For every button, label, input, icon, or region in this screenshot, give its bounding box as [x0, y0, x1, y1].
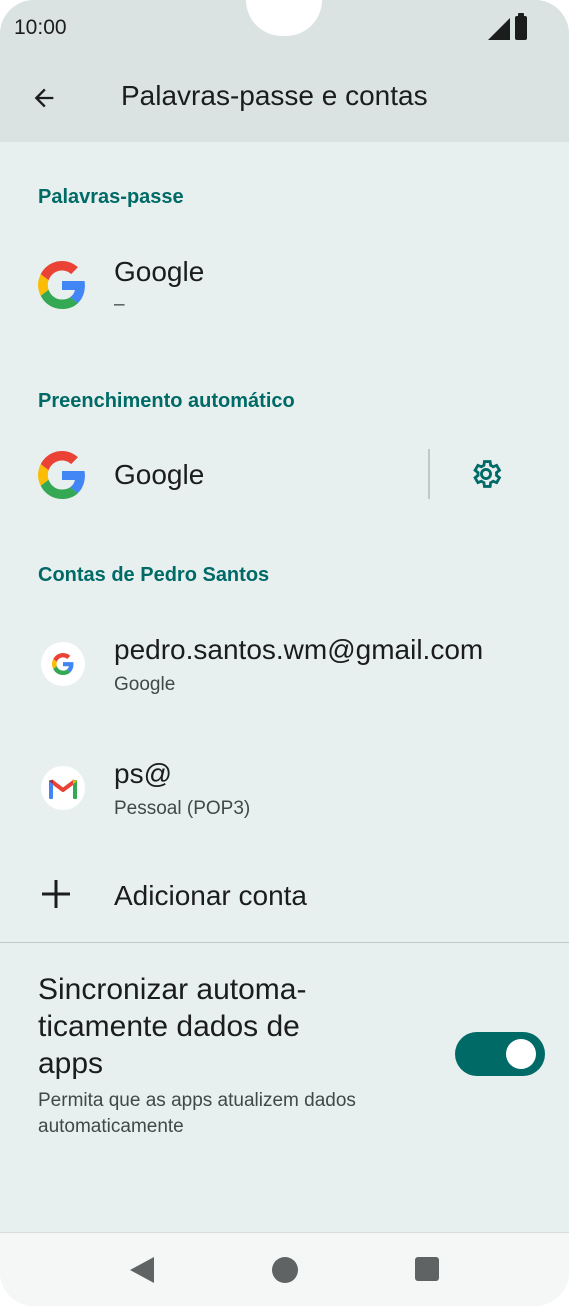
google-icon	[38, 451, 85, 499]
add-account-label: Adicionar conta	[114, 880, 308, 911]
gmail-icon	[49, 779, 77, 799]
auto-sync-subtitle-line: automaticamente	[38, 1116, 184, 1137]
section-title-autofill: Preenchimento automático	[38, 390, 295, 412]
camera-notch	[246, 0, 322, 36]
account-subtitle: Pessoal (POP3)	[114, 798, 251, 819]
google-icon	[38, 261, 85, 309]
auto-sync-toggle[interactable]	[455, 1032, 545, 1076]
autofill-service-google[interactable]: Google	[0, 430, 420, 520]
gear-icon	[473, 460, 502, 488]
page-title: Palavras-passe e contas	[121, 80, 428, 111]
screen: 10:00 Palavras-passe e contas Palavras-p…	[0, 0, 569, 1306]
signal-icon	[488, 18, 510, 40]
arrow-left-icon	[34, 88, 54, 108]
status-time: 10:00	[14, 16, 67, 39]
divider	[428, 449, 430, 499]
account-title: pedro.santos.wm@gmail.com	[114, 634, 484, 665]
battery-icon	[515, 13, 527, 40]
nav-home-button[interactable]	[270, 1255, 300, 1285]
password-provider-subtitle: –	[114, 294, 125, 315]
account-avatar	[41, 766, 85, 810]
nav-back-button[interactable]	[128, 1255, 156, 1285]
nav-recents-button[interactable]	[414, 1256, 440, 1282]
password-provider-title: Google	[114, 256, 205, 287]
account-avatar	[41, 642, 85, 686]
section-title-accounts: Contas de Pedro Santos	[38, 564, 270, 586]
auto-sync-title-line: ticamente dados de	[38, 1010, 300, 1043]
section-divider	[0, 942, 569, 943]
account-subtitle: Google	[114, 674, 176, 695]
auto-sync-title: Sincronizar automa- ticamente dados de a…	[38, 971, 378, 1082]
system-nav-bar	[0, 1232, 569, 1306]
section-title-passwords: Palavras-passe	[38, 186, 184, 208]
toggle-knob	[506, 1039, 536, 1069]
autofill-provider-title: Google	[114, 459, 205, 490]
auto-sync-title-line: Sincronizar automa-	[38, 973, 307, 1006]
account-item-google[interactable]: pedro.santos.wm@gmail.com Google	[0, 612, 569, 722]
account-item-pop3[interactable]: ps@ Pessoal (POP3)	[0, 736, 569, 846]
add-account-button[interactable]: Adicionar conta	[0, 856, 569, 936]
autofill-settings-button[interactable]	[464, 452, 508, 496]
app-bar: 10:00 Palavras-passe e contas	[0, 0, 569, 142]
account-title: ps@	[114, 758, 172, 789]
auto-sync-subtitle: Permita que as apps atualizem dados auto…	[38, 1088, 438, 1140]
google-icon	[52, 653, 74, 675]
auto-sync-subtitle-line: Permita que as apps atualizem dados	[38, 1090, 356, 1111]
password-manager-google[interactable]: Google –	[0, 232, 569, 342]
auto-sync-title-line: apps	[38, 1047, 104, 1080]
back-button[interactable]	[22, 76, 66, 120]
plus-icon	[42, 880, 70, 908]
